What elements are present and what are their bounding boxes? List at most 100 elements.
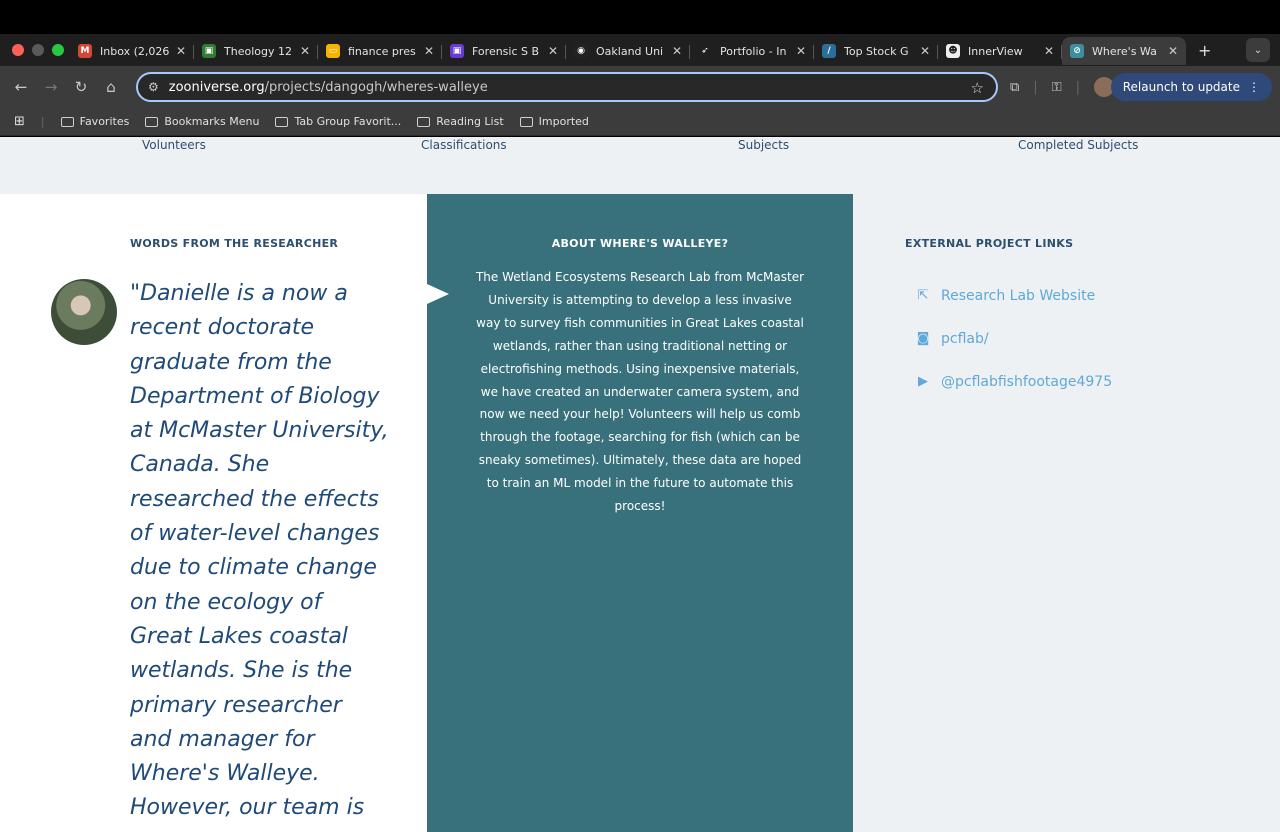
external-link-icon: ⇱ xyxy=(917,288,929,303)
browser-tab[interactable]: M Inbox (2,026 ✕ xyxy=(70,37,194,65)
browser-toolbar: ← → ↻ ⌂ ⚙ zooniverse.org/projects/dangog… xyxy=(0,66,1280,108)
password-key-icon[interactable]: ⚿ xyxy=(1052,80,1062,95)
maximize-window-icon[interactable] xyxy=(52,44,64,56)
link-youtube[interactable]: ▶ @pcflabfishfootage4975 xyxy=(915,360,1112,403)
classroom-icon: ▣ xyxy=(202,44,216,58)
tab-title: Where's Wa xyxy=(1092,44,1157,58)
tab-title: Inbox (2,026 xyxy=(100,44,170,58)
address-bar[interactable]: ⚙ zooniverse.org/projects/dangogh/wheres… xyxy=(136,72,998,102)
researcher-avatar xyxy=(51,279,117,345)
portfolio-icon: ➶ xyxy=(698,44,712,58)
minimize-window-icon[interactable] xyxy=(32,44,44,56)
web-page: Volunteers Classifications Subjects Comp… xyxy=(0,137,1280,832)
researcher-quote: "Danielle is a now a recent doctorate gr… xyxy=(130,281,389,832)
url-text: zooniverse.org/projects/dangogh/wheres-w… xyxy=(169,80,488,95)
forward-icon[interactable]: → xyxy=(36,78,66,96)
tab-close-icon[interactable]: ✕ xyxy=(1168,44,1178,58)
tab-title: InnerView xyxy=(968,44,1023,58)
tab-close-icon[interactable]: ✕ xyxy=(300,44,310,58)
about-heading: ABOUT WHERE'S WALLEYE? xyxy=(551,237,729,250)
tab-title: Theology 12 xyxy=(224,44,292,58)
tab-close-icon[interactable]: ✕ xyxy=(548,44,558,58)
stat-completed-label: Completed Subjects xyxy=(1018,138,1139,152)
browser-tab[interactable]: ▣ Forensic S B ✕ xyxy=(442,37,566,65)
browser-tab[interactable]: ➶ Portfolio - In ✕ xyxy=(690,37,814,65)
tab-close-icon[interactable]: ✕ xyxy=(176,44,186,58)
home-icon[interactable]: ⌂ xyxy=(96,78,126,96)
tab-title: Portfolio - In xyxy=(720,44,787,58)
back-icon[interactable]: ← xyxy=(6,78,36,96)
folder-icon xyxy=(145,116,159,127)
researcher-section: WORDS FROM THE RESEARCHER "Danielle is a… xyxy=(0,194,427,832)
link-instagram[interactable]: ◙ pcflab/ xyxy=(915,317,1112,360)
link-research-lab-website[interactable]: ⇱ Research Lab Website xyxy=(915,274,1112,317)
folder-icon xyxy=(519,116,533,127)
youtube-icon: ▶ xyxy=(918,374,928,389)
browser-tab[interactable]: / Top Stock G ✕ xyxy=(814,37,938,65)
tab-close-icon[interactable]: ✕ xyxy=(424,44,434,58)
browser-tab[interactable]: ☻ InnerView ✕ xyxy=(938,37,1062,65)
url-path: /projects/dangogh/wheres-walleye xyxy=(264,79,488,95)
tab-close-icon[interactable]: ✕ xyxy=(920,44,930,58)
about-text: The Wetland Ecosystems Research Lab from… xyxy=(475,270,805,514)
external-links-heading: EXTERNAL PROJECT LINKS xyxy=(905,237,1074,250)
bookmark-imported[interactable]: Imported xyxy=(519,115,589,128)
zooniverse-icon: ⊘ xyxy=(1070,44,1084,58)
relaunch-label: Relaunch to update xyxy=(1122,80,1240,94)
slides-icon: ▭ xyxy=(326,44,340,58)
bookmark-reading-list[interactable]: Reading List xyxy=(417,115,504,128)
bookmark-star-icon[interactable]: ☆ xyxy=(971,79,984,97)
site-info-icon[interactable]: ⚙ xyxy=(148,80,159,94)
stat-classifications-label: Classifications xyxy=(421,138,507,152)
toolbar-divider: | xyxy=(1033,79,1038,95)
browser-tab[interactable]: ▭ finance pres ✕ xyxy=(318,37,442,65)
tab-search-icon[interactable]: ⌄ xyxy=(1246,38,1270,62)
external-links-list: ⇱ Research Lab Website ◙ pcflab/ ▶ @pcfl… xyxy=(915,274,1112,403)
new-tab-icon[interactable]: + xyxy=(1198,41,1211,60)
reload-icon[interactable]: ↻ xyxy=(66,78,96,96)
gmail-icon: M xyxy=(78,44,92,58)
instagram-icon: ◙ xyxy=(916,331,930,346)
project-stats: Volunteers Classifications Subjects Comp… xyxy=(0,137,1280,194)
browser-tab[interactable]: ▣ Theology 12 ✕ xyxy=(194,37,318,65)
folder-icon xyxy=(275,116,289,127)
relaunch-button[interactable]: Relaunch to update ⋮ xyxy=(1110,73,1272,101)
apps-grid-icon[interactable]: ⊞ xyxy=(14,114,25,129)
folder-icon xyxy=(60,116,74,127)
school-icon: ◉ xyxy=(574,44,588,58)
tab-close-icon[interactable]: ✕ xyxy=(672,44,682,58)
tab-title: Oakland Uni xyxy=(596,44,664,58)
more-menu-icon[interactable]: ⋮ xyxy=(1248,80,1260,94)
tab-strip: M Inbox (2,026 ✕ ▣ Theology 12 ✕ ▭ finance pres… xyxy=(0,34,1280,66)
researcher-heading: WORDS FROM THE RESEARCHER xyxy=(130,237,339,250)
extensions-icon[interactable]: ⧉ xyxy=(1010,80,1019,95)
speech-pointer xyxy=(427,284,449,304)
bookmark-favorites[interactable]: Favorites xyxy=(60,115,129,128)
about-section: ABOUT WHERE'S WALLEYE? The Wetland Ecosy… xyxy=(427,194,853,832)
window-titlebar xyxy=(0,0,1280,34)
browser-tab[interactable]: ⊘ Where's Wa ✕ xyxy=(1062,37,1186,65)
toolbar-divider: | xyxy=(1075,79,1080,95)
bookmark-bookmarks-menu[interactable]: Bookmarks Menu xyxy=(145,115,259,128)
url-domain: zooniverse.org xyxy=(168,79,265,95)
stat-volunteers-label: Volunteers xyxy=(142,138,206,152)
tabs: M Inbox (2,026 ✕ ▣ Theology 12 ✕ ▭ finance pres… xyxy=(70,34,1186,66)
close-window-icon[interactable] xyxy=(12,44,24,56)
bookmarks-divider: | xyxy=(40,115,45,128)
tab-title: Top Stock G xyxy=(844,44,909,58)
tab-title: Forensic S B xyxy=(472,44,540,58)
folder-icon xyxy=(417,116,431,127)
tab-title: finance pres xyxy=(348,44,416,58)
window-controls xyxy=(0,44,70,56)
toolbar-actions: ⧉ | ⚿ | xyxy=(1010,66,1114,108)
app-icon: ▣ xyxy=(450,44,464,58)
browser-tab[interactable]: ◉ Oakland Uni ✕ xyxy=(566,37,690,65)
external-links-section: EXTERNAL PROJECT LINKS ⇱ Research Lab We… xyxy=(853,194,1280,832)
tab-close-icon[interactable]: ✕ xyxy=(1044,44,1054,58)
stat-subjects-label: Subjects xyxy=(738,138,790,152)
bookmarks-bar: ⊞ | Favorites Bookmarks Menu Tab Group F… xyxy=(0,108,1280,136)
innerview-icon: ☻ xyxy=(946,44,960,58)
bookmark-tab-group[interactable]: Tab Group Favorit... xyxy=(275,115,401,128)
stock-icon: / xyxy=(822,44,836,58)
tab-close-icon[interactable]: ✕ xyxy=(796,44,806,58)
